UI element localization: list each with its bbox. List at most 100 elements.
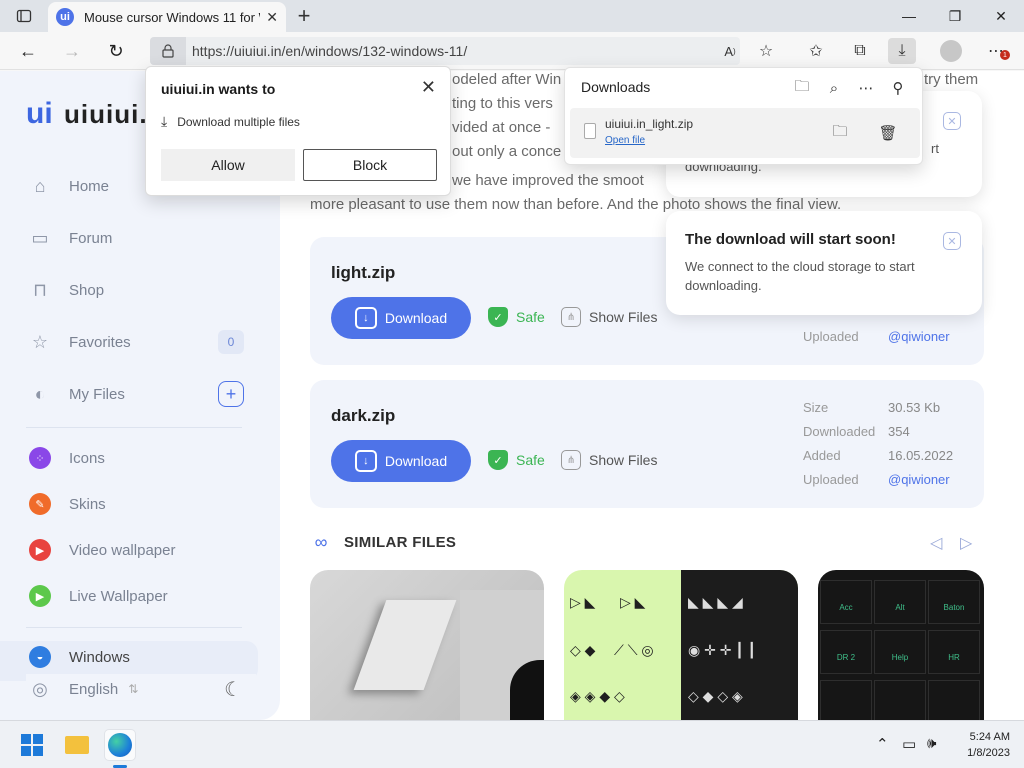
- add-favorite-icon[interactable]: ☆: [752, 38, 780, 64]
- permission-title: uiuiui.in wants to: [161, 81, 276, 97]
- article-line: we have improved the smoot: [452, 172, 644, 189]
- sidebar-item-label: Shop: [69, 281, 105, 299]
- minimize-icon[interactable]: —: [886, 0, 932, 32]
- refresh-icon[interactable]: ↻: [104, 40, 128, 62]
- file-name: dark.zip: [331, 406, 396, 425]
- meta-key: Uploaded: [803, 472, 859, 487]
- sidebar-item-shop[interactable]: ⊓ Shop: [26, 275, 256, 305]
- open-folder-icon[interactable]: 🗀: [791, 77, 813, 99]
- search-icon[interactable]: ⌕: [823, 77, 845, 99]
- uploader-link[interactable]: @qiwioner: [888, 329, 950, 344]
- file-card-dark: dark.zip ↓ Download ✓ Safe ⋔ Show Files …: [310, 380, 984, 508]
- shield-check-icon: ✓: [488, 307, 508, 327]
- meta-value: 354: [888, 424, 910, 439]
- file-tree-icon: ⋔: [561, 450, 581, 470]
- similar-thumbnail[interactable]: [310, 570, 544, 720]
- sort-icon: ⇅: [128, 682, 139, 696]
- back-icon[interactable]: ←: [16, 40, 40, 62]
- safe-label: Safe: [516, 309, 545, 325]
- new-tab-icon[interactable]: +: [294, 3, 314, 28]
- system-clock[interactable]: 5:24 AM 1/8/2023: [958, 729, 1010, 761]
- similar-thumbnail[interactable]: ▷ ◣ ▷ ◣ ◇ ◆ ⟋ ⟍ ◎ ◈ ◈ ◆ ◇ ◣ ◣ ◣ ◢ ◉ ✛ ✛ …: [564, 570, 798, 720]
- download-label: Download: [384, 310, 448, 326]
- sidebar-item-skins[interactable]: ✎ Skins: [26, 489, 256, 519]
- network-icon[interactable]: ▭: [902, 735, 916, 753]
- favorites-icon[interactable]: ✩: [802, 38, 830, 64]
- sidebar-item-icons[interactable]: ⁘ Icons: [26, 443, 256, 473]
- chevron-up-icon[interactable]: ⌃: [876, 735, 889, 753]
- download-button[interactable]: ↓ Download: [331, 297, 471, 339]
- read-aloud-icon[interactable]: A): [716, 38, 744, 64]
- chat-icon: ▭: [31, 227, 49, 248]
- download-label: Download: [384, 453, 448, 469]
- article-line: out only a conce: [452, 143, 562, 160]
- show-files-button[interactable]: ⋔ Show Files: [561, 450, 657, 470]
- uploader-link[interactable]: @qiwioner: [888, 472, 950, 487]
- permission-text: Download multiple files: [177, 114, 300, 129]
- browser-tab[interactable]: ui Mouse cursor Windows 11 for W ✕: [48, 2, 286, 32]
- close-toast-icon[interactable]: ✕: [943, 232, 961, 250]
- sidebar-item-my-files[interactable]: ◐ My Files +: [26, 379, 256, 409]
- url-text: https://uiuiui.in/en/windows/132-windows…: [192, 43, 468, 59]
- more-options-icon[interactable]: ⋯: [855, 77, 877, 99]
- shield-check-icon: ✓: [488, 450, 508, 470]
- next-arrow-icon[interactable]: ▷: [960, 533, 972, 553]
- edge-browser-icon[interactable]: [105, 730, 135, 760]
- forward-icon[interactable]: →: [60, 40, 84, 62]
- similar-thumbnail[interactable]: Acc Alt Baton DR 2 Help HR: [818, 570, 984, 720]
- sidebar-item-label: Windows: [69, 648, 130, 666]
- tab-title: Mouse cursor Windows 11 for W: [84, 9, 260, 25]
- show-files-label: Show Files: [589, 309, 658, 325]
- show-files-button[interactable]: ⋔ Show Files: [561, 307, 657, 327]
- sidebar-item-video-wallpaper[interactable]: ▶ Video wallpaper: [26, 535, 256, 565]
- sidebar-item-forum[interactable]: ▭ Forum: [26, 223, 256, 253]
- show-in-folder-icon[interactable]: 🗀: [829, 122, 851, 144]
- collections-icon[interactable]: ⧉: [846, 38, 874, 64]
- download-item[interactable]: uiuiui.in_light.zip Open file 🗀 🗑: [570, 108, 920, 158]
- favorites-count-badge: 0: [218, 330, 244, 354]
- logo-mark: ui: [26, 97, 53, 130]
- delete-icon[interactable]: 🗑: [877, 122, 899, 144]
- pin-icon[interactable]: ⚲: [887, 77, 909, 99]
- allow-button[interactable]: Allow: [161, 149, 295, 181]
- restore-icon[interactable]: ❐: [932, 0, 978, 32]
- close-window-icon[interactable]: ✕: [978, 0, 1024, 32]
- file-icon: [584, 123, 596, 139]
- cursor-preview-cell: [874, 680, 926, 720]
- permission-description: ⤓ Download multiple files: [161, 113, 300, 130]
- tab-actions-icon[interactable]: [14, 6, 34, 26]
- sidebar-item-favorites[interactable]: ☆ Favorites 0: [26, 327, 256, 357]
- start-menu-icon[interactable]: [17, 730, 47, 760]
- moon-icon[interactable]: ☾: [224, 677, 242, 702]
- cursor-preview-cell: HR: [928, 630, 980, 674]
- sidebar-item-windows[interactable]: ◒ Windows: [26, 642, 256, 672]
- site-logo[interactable]: ui uiuiui.: [26, 97, 148, 131]
- open-file-link[interactable]: Open file: [605, 135, 645, 146]
- home-icon: ⌂: [34, 175, 46, 196]
- close-icon[interactable]: ✕: [421, 77, 436, 98]
- profile-avatar[interactable]: [940, 40, 962, 62]
- sidebar-item-label: Skins: [69, 495, 106, 513]
- meta-value: 16.05.2022: [888, 448, 954, 463]
- address-bar[interactable]: https://uiuiui.in/en/windows/132-windows…: [150, 37, 740, 65]
- cart-icon: ⊓: [32, 279, 48, 300]
- downloads-icon[interactable]: ⤓: [888, 38, 916, 64]
- add-file-button[interactable]: +: [218, 381, 244, 407]
- files-icon: ◐: [34, 383, 46, 404]
- link-icon: ∞: [314, 531, 328, 552]
- close-tab-icon[interactable]: ✕: [266, 9, 278, 26]
- file-explorer-icon[interactable]: [62, 730, 92, 760]
- notification-badge: 1: [1000, 50, 1010, 60]
- prev-arrow-icon[interactable]: ◁: [930, 533, 942, 553]
- site-permissions-icon[interactable]: [150, 37, 186, 65]
- download-button[interactable]: ↓ Download: [331, 440, 471, 482]
- sidebar-item-live-wallpaper[interactable]: ▶ Live Wallpaper: [26, 581, 256, 611]
- close-toast-icon[interactable]: ✕: [943, 112, 961, 130]
- brush-icon: ✎: [29, 493, 51, 515]
- sidebar-divider: [26, 427, 242, 428]
- language-selector[interactable]: ◎ English ⇅ ☾: [26, 674, 256, 704]
- cursor-preview-cell: Baton: [928, 580, 980, 624]
- toast-title: The download will start soon!: [685, 231, 896, 248]
- volume-icon[interactable]: 🕪: [927, 735, 936, 752]
- block-button[interactable]: Block: [303, 149, 437, 181]
